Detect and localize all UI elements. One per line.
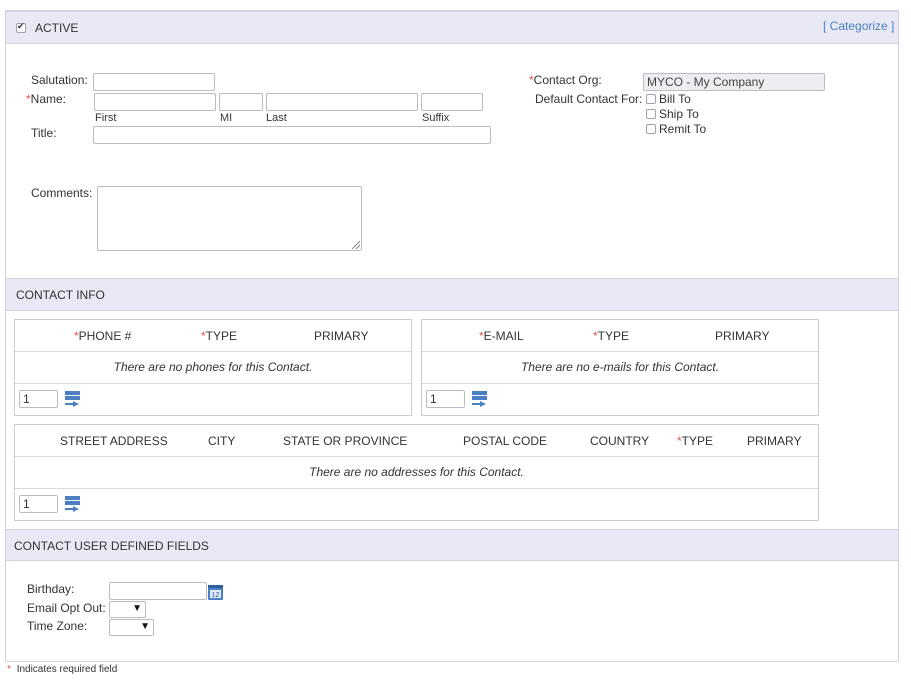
salutation-label: Salutation:: [31, 73, 88, 87]
suffix-sublabel: Suffix: [422, 112, 450, 124]
birthday-label: Birthday:: [27, 582, 75, 596]
add-rows-icon[interactable]: [64, 391, 81, 407]
address-type-column-header: *TYPE: [677, 434, 714, 448]
email-primary-column-header: PRIMARY: [715, 329, 770, 343]
phones-row-count-input[interactable]: 1: [19, 390, 58, 408]
addresses-row-count-input[interactable]: 1: [19, 495, 58, 513]
emails-empty-message: There are no e-mails for this Contact.: [422, 352, 818, 384]
city-column-header: CITY: [208, 434, 236, 448]
add-rows-icon[interactable]: [64, 496, 81, 512]
birthday-input[interactable]: [109, 582, 207, 600]
chevron-down-icon: ▼: [140, 621, 150, 632]
contact-info-title: CONTACT INFO: [16, 288, 105, 302]
svg-text:12: 12: [212, 592, 220, 599]
calendar-icon[interactable]: 12: [208, 585, 223, 600]
comments-label: Comments:: [31, 186, 93, 200]
addresses-empty-message: There are no addresses for this Contact.: [15, 457, 818, 489]
phones-header: *PHONE # *TYPE PRIMARY: [15, 320, 411, 352]
contact-info-band: [6, 278, 898, 311]
state-column-header: STATE OR PROVINCE: [283, 434, 408, 448]
first-sublabel: First: [95, 112, 117, 124]
phones-empty-message: There are no phones for this Contact.: [15, 352, 411, 384]
middle-initial-input[interactable]: [219, 93, 263, 111]
remit-to-checkbox[interactable]: [646, 124, 656, 134]
salutation-input[interactable]: [93, 73, 215, 91]
active-label: ACTIVE: [35, 21, 79, 35]
bill-to-label: Bill To: [659, 92, 691, 106]
email-opt-out-select[interactable]: ▼: [109, 601, 146, 618]
last-sublabel: Last: [266, 112, 287, 124]
time-zone-select[interactable]: ▼: [109, 619, 154, 636]
title-input[interactable]: [93, 126, 491, 144]
address-primary-column-header: PRIMARY: [747, 434, 802, 448]
default-contact-label: Default Contact For:: [535, 92, 643, 106]
time-zone-label: Time Zone:: [27, 619, 88, 633]
resize-grip-icon[interactable]: [352, 241, 360, 249]
suffix-input[interactable]: [421, 93, 483, 111]
email-type-column-header: *TYPE: [593, 329, 630, 343]
title-label: Title:: [31, 126, 57, 140]
ship-to-label: Ship To: [659, 107, 699, 121]
required-note: * Indicates required field: [7, 664, 118, 675]
remit-to-label: Remit To: [659, 122, 707, 136]
emails-row-count-input[interactable]: 1: [426, 390, 465, 408]
active-checkbox[interactable]: [16, 21, 26, 33]
active-header-band: [6, 11, 898, 44]
emails-panel: *E-MAIL *TYPE PRIMARY There are no e-mai…: [421, 319, 819, 416]
contact-org-label: *Contact Org:: [529, 73, 602, 87]
comments-textarea[interactable]: [97, 186, 362, 251]
addresses-header: STREET ADDRESS CITY STATE OR PROVINCE PO…: [15, 425, 818, 457]
phone-type-column-header: *TYPE: [201, 329, 238, 343]
first-name-input[interactable]: [94, 93, 216, 111]
mi-sublabel: MI: [220, 112, 233, 124]
last-name-input[interactable]: [266, 93, 418, 111]
add-rows-icon[interactable]: [471, 391, 488, 407]
email-column-header: *E-MAIL: [479, 329, 524, 343]
phone-primary-column-header: PRIMARY: [314, 329, 369, 343]
name-label: *Name:: [26, 92, 67, 106]
udf-title: CONTACT USER DEFINED FIELDS: [14, 539, 209, 553]
contact-org-field: MYCO - My Company: [643, 73, 825, 91]
street-column-header: STREET ADDRESS: [60, 434, 168, 448]
email-opt-out-label: Email Opt Out:: [27, 601, 106, 615]
phone-column-header: *PHONE #: [74, 329, 132, 343]
phones-panel: *PHONE # *TYPE PRIMARY There are no phon…: [14, 319, 412, 416]
emails-header: *E-MAIL *TYPE PRIMARY: [422, 320, 818, 352]
categorize-link[interactable]: [ Categorize ]: [823, 19, 894, 33]
bill-to-checkbox[interactable]: [646, 94, 656, 104]
postal-code-column-header: POSTAL CODE: [463, 434, 548, 448]
ship-to-checkbox[interactable]: [646, 109, 656, 119]
country-column-header: COUNTRY: [590, 434, 650, 448]
chevron-down-icon: ▼: [132, 603, 142, 614]
addresses-panel: STREET ADDRESS CITY STATE OR PROVINCE PO…: [14, 424, 819, 521]
